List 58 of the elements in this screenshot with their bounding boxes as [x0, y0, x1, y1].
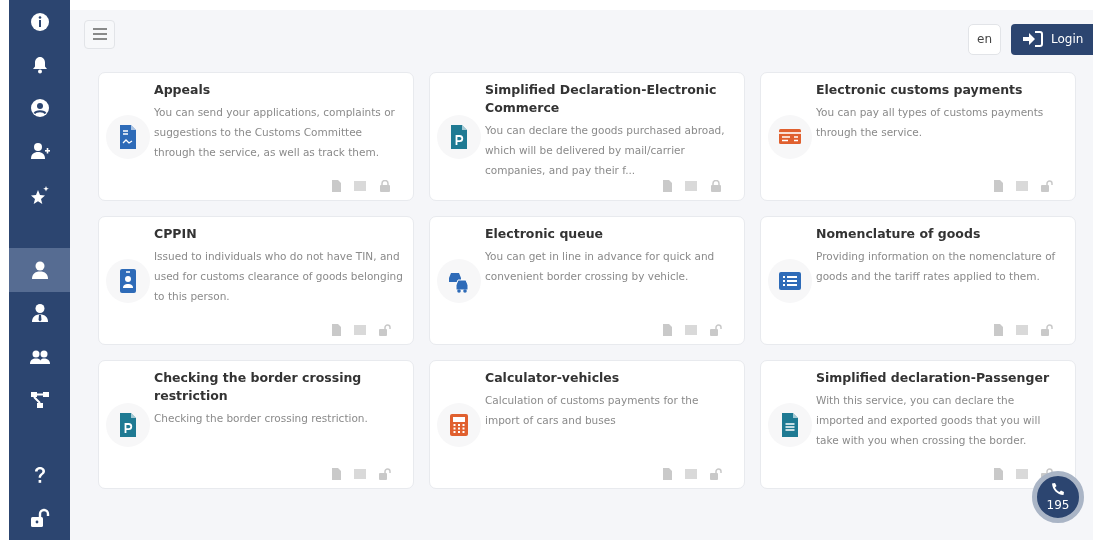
document-icon: [332, 180, 341, 192]
user-plus-icon: [29, 141, 50, 162]
service-title: Simplified Declaration-Electronic Commerce: [485, 81, 718, 117]
service-description: You can declare the goods purchased abroad, which will be delivered by mail/carrier companies, and pay their f...: [485, 123, 726, 178]
service-card[interactable]: Checking the border crossing restriction Checking the border crossing restriction.: [98, 360, 414, 489]
id-badge-icon: [117, 267, 139, 294]
document-icon: [994, 468, 1003, 480]
service-description: You can send your applications, complaints or suggestions to the Customs Committee through the service, as well as track them.: [154, 105, 396, 160]
login-button[interactable]: Login: [1011, 23, 1093, 55]
menu-button[interactable]: [84, 19, 115, 49]
service-title: Checking the border crossing restriction: [154, 369, 363, 405]
info-icon: [29, 11, 50, 32]
hotline-button[interactable]: 195: [1032, 471, 1084, 523]
service-card[interactable]: CPPIN Issued to individuals who do not have TIN, and used for customs clearance of goods belonging to this person.: [98, 216, 414, 345]
sitemap-icon: [29, 389, 50, 410]
service-card[interactable]: Electronic queue You can get in line in advance for quick and convenient border crossing by vehicle.: [429, 216, 745, 345]
service-description: Providing information on the nomenclature of goods and the tariff rates applied to them.: [816, 249, 1057, 284]
language-button[interactable]: en: [968, 23, 1001, 55]
service-card[interactable]: Simplified Declaration-Electronic Commerce You can declare the goods purchased abroad, which will be delivered by mail/carrier companies, and pay their f...: [429, 72, 745, 201]
user-tie-icon: [29, 303, 50, 324]
document-icon: [332, 324, 341, 336]
unlock-icon: [29, 508, 50, 529]
service-title: Calculator-vehicles: [485, 369, 621, 387]
service-card[interactable]: Nomenclature of goods Providing information on the nomenclature of goods and the tariff rates applied to them.: [760, 216, 1076, 345]
document-icon: [663, 324, 672, 336]
sidebar-item[interactable]: [9, 248, 70, 292]
stars-icon: [29, 184, 50, 205]
service-description: Issued to individuals who do not have TIN, and used for customs clearance of goods belonging to this person.: [154, 249, 403, 304]
service-title: Electronic customs payments: [816, 81, 1024, 99]
document-chart-icon: [117, 123, 139, 150]
user-circle-icon: [29, 98, 50, 119]
service-description: Checking the border crossing restriction.: [154, 411, 369, 426]
service-description: You can pay all types of customs payments through the service.: [816, 105, 1045, 140]
service-description: Calculation of customs payments for the import of cars and buses: [485, 393, 700, 428]
document-icon: [332, 468, 341, 480]
service-title: Simplified declaration-Passenger: [816, 369, 1051, 387]
service-title: CPPIN: [154, 225, 198, 243]
menu-icon: [91, 28, 108, 40]
calculator-icon: [448, 411, 470, 438]
service-title: Electronic queue: [485, 225, 605, 243]
service-card[interactable]: Appeals You can send your applications, complaints or suggestions to the Customs Committee through the service, as well as track them.: [98, 72, 414, 201]
service-card[interactable]: Calculator-vehicles Calculation of customs payments for the import of cars and buses: [429, 360, 745, 489]
document-icon: [663, 468, 672, 480]
phone-icon: [1051, 482, 1065, 496]
service-card[interactable]: Electronic customs payments You can pay all types of customs payments through the service.: [760, 72, 1076, 201]
service-description: With this service, you can declare the imported and exported goods that you will take with you when crossing the border.: [816, 393, 1042, 448]
document-icon: [994, 180, 1003, 192]
document-lines-icon: [779, 411, 801, 438]
service-title: Nomenclature of goods: [816, 225, 982, 243]
document-p-icon: [117, 411, 139, 438]
document-p-icon: [448, 123, 470, 150]
sign-in-icon: [1023, 31, 1043, 47]
document-icon: [994, 324, 1003, 336]
user-icon: [29, 260, 50, 281]
document-icon: [663, 180, 672, 192]
service-title: Appeals: [154, 81, 212, 99]
service-card[interactable]: Simplified declaration-Passenger With this service, you can declare the imported and exported goods that you will take with you when crossing the border.: [760, 360, 1076, 489]
service-description: You can get in line in advance for quick and convenient border crossing by vehicle.: [485, 249, 716, 284]
